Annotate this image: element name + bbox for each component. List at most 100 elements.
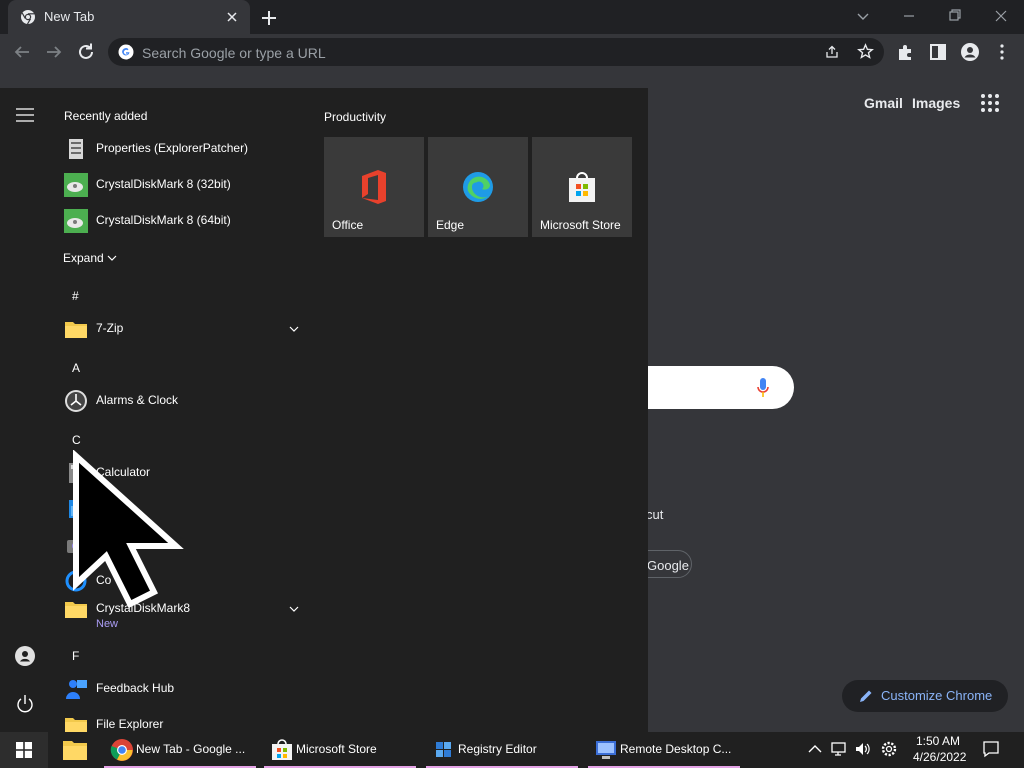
app-alarms-clock[interactable]: Alarms & Clock: [60, 385, 306, 417]
tab-strip: New Tab: [0, 0, 1024, 34]
close-tab-icon[interactable]: [224, 9, 240, 25]
extensions-icon[interactable]: [894, 40, 918, 64]
app-crystaldiskmark-32[interactable]: CrystalDiskMark 8 (32bit): [60, 169, 306, 201]
app-label: File Explorer: [96, 717, 164, 731]
images-link[interactable]: Images: [912, 95, 960, 111]
desktop-screen: New Tab Search Google or type a URL Gmai…: [0, 0, 1024, 768]
letter-a[interactable]: A: [72, 361, 80, 375]
customize-chrome-label: Customize Chrome: [881, 688, 993, 703]
app-file-explorer[interactable]: File Explorer: [60, 709, 306, 732]
omnibox-placeholder: Search Google or type a URL: [142, 45, 326, 61]
omnibox[interactable]: Search Google or type a URL: [108, 38, 884, 66]
letter-hash[interactable]: #: [72, 289, 79, 303]
gmail-link[interactable]: Gmail: [864, 95, 903, 111]
taskbar-app-registry-editor[interactable]: Registry Editor: [426, 732, 578, 768]
reload-icon[interactable]: [74, 40, 98, 64]
recently-added-heading: Recently added: [64, 109, 148, 123]
start-menu: Recently added Properties (ExplorerPatch…: [0, 88, 648, 732]
taskbar-app-label: Remote Desktop C...: [620, 742, 732, 756]
google-chip-label: Google: [647, 558, 689, 573]
minimize-icon[interactable]: [895, 4, 923, 28]
folder-icon: [65, 718, 87, 732]
menu-kebab-icon[interactable]: [990, 40, 1014, 64]
volume-icon[interactable]: [854, 740, 872, 758]
expand-button[interactable]: Expand: [63, 251, 104, 265]
chevron-down-icon[interactable]: [288, 603, 300, 615]
start-button[interactable]: [0, 732, 48, 768]
productivity-heading: Productivity: [324, 110, 387, 124]
app-label: CrystalDiskMark 8 (64bit): [96, 213, 231, 227]
show-hidden-icons-icon[interactable]: [806, 740, 824, 758]
taskbar-app-microsoft-store[interactable]: Microsoft Store: [264, 732, 416, 768]
app-7zip[interactable]: 7-Zip: [60, 313, 306, 345]
disk-app-icon: [64, 173, 88, 197]
chrome-icon: [21, 10, 35, 25]
app-crystaldiskmark-64[interactable]: CrystalDiskMark 8 (64bit): [60, 205, 306, 237]
settings-app-icon: [69, 139, 83, 159]
file-explorer-taskbar-icon[interactable]: [62, 738, 88, 762]
chevron-down-icon[interactable]: [107, 254, 117, 262]
customize-chrome-button[interactable]: Customize Chrome: [842, 680, 1008, 712]
tile-office[interactable]: Office: [324, 137, 424, 237]
mouse-cursor-icon: [73, 450, 184, 609]
tab-new-tab[interactable]: New Tab: [8, 0, 250, 34]
settings-gear-icon[interactable]: [880, 740, 898, 758]
notification-center-icon[interactable]: [982, 740, 1000, 758]
taskbar: New Tab - Google ... Microsoft Store Reg…: [0, 732, 1024, 768]
microphone-icon[interactable]: [755, 377, 771, 399]
tile-label: Microsoft Store: [540, 218, 621, 232]
app-label: CrystalDiskMark 8 (32bit): [96, 177, 231, 191]
chrome-icon: [110, 739, 133, 761]
hamburger-menu-icon[interactable]: [16, 108, 34, 122]
registry-icon: [436, 742, 451, 757]
tab-search-icon[interactable]: [849, 4, 877, 28]
disk-app-icon: [64, 209, 88, 233]
side-panel-icon[interactable]: [926, 40, 950, 64]
profile-icon[interactable]: [958, 40, 982, 64]
windows-logo-icon: [16, 742, 32, 758]
taskbar-app-label: Microsoft Store: [296, 742, 377, 756]
letter-f[interactable]: F: [72, 649, 79, 663]
app-label: Alarms & Clock: [96, 393, 179, 407]
edge-icon: [463, 172, 493, 202]
store-icon: [569, 172, 595, 202]
share-icon[interactable]: [824, 44, 840, 60]
tile-edge[interactable]: Edge: [428, 137, 528, 237]
app-feedback-hub[interactable]: Feedback Hub: [60, 673, 306, 705]
power-icon[interactable]: [14, 693, 36, 715]
clock-time[interactable]: 1:50 AM: [916, 734, 960, 748]
tile-label: Office: [332, 218, 364, 232]
restore-icon[interactable]: [941, 4, 969, 28]
tile-microsoft-store[interactable]: Microsoft Store: [532, 137, 632, 237]
clock-date[interactable]: 4/26/2022: [913, 750, 966, 764]
back-icon[interactable]: [10, 40, 34, 64]
bookmark-star-icon[interactable]: [857, 43, 874, 60]
app-properties-explorerpatcher[interactable]: Properties (ExplorerPatcher): [60, 133, 306, 165]
office-icon: [362, 170, 386, 204]
folder-icon: [65, 322, 87, 338]
user-account-icon[interactable]: [14, 645, 36, 667]
new-badge: New: [96, 618, 119, 630]
new-tab-icon[interactable]: [258, 7, 280, 29]
browser-toolbar: Search Google or type a URL: [0, 34, 1024, 70]
remote-desktop-icon: [596, 741, 616, 759]
chevron-down-icon[interactable]: [288, 323, 300, 335]
letter-c[interactable]: C: [72, 433, 81, 447]
close-window-icon[interactable]: [987, 4, 1015, 28]
store-icon: [272, 739, 292, 760]
feedback-hub-icon: [66, 680, 87, 699]
tile-label: Edge: [436, 218, 465, 232]
taskbar-app-remote-desktop[interactable]: Remote Desktop C...: [588, 732, 740, 768]
app-label: Properties (ExplorerPatcher): [96, 141, 249, 155]
forward-icon[interactable]: [42, 40, 66, 64]
network-icon[interactable]: [830, 740, 848, 758]
pencil-icon: [860, 690, 872, 702]
taskbar-app-chrome[interactable]: New Tab - Google ...: [104, 732, 256, 768]
app-label: Feedback Hub: [96, 681, 175, 695]
clock-icon: [65, 390, 87, 412]
app-label: 7-Zip: [96, 321, 124, 335]
apps-grid-icon[interactable]: [980, 93, 1000, 113]
tab-title: New Tab: [44, 9, 95, 24]
taskbar-app-label: Registry Editor: [458, 742, 537, 756]
shortcut-label: cut: [646, 507, 664, 522]
